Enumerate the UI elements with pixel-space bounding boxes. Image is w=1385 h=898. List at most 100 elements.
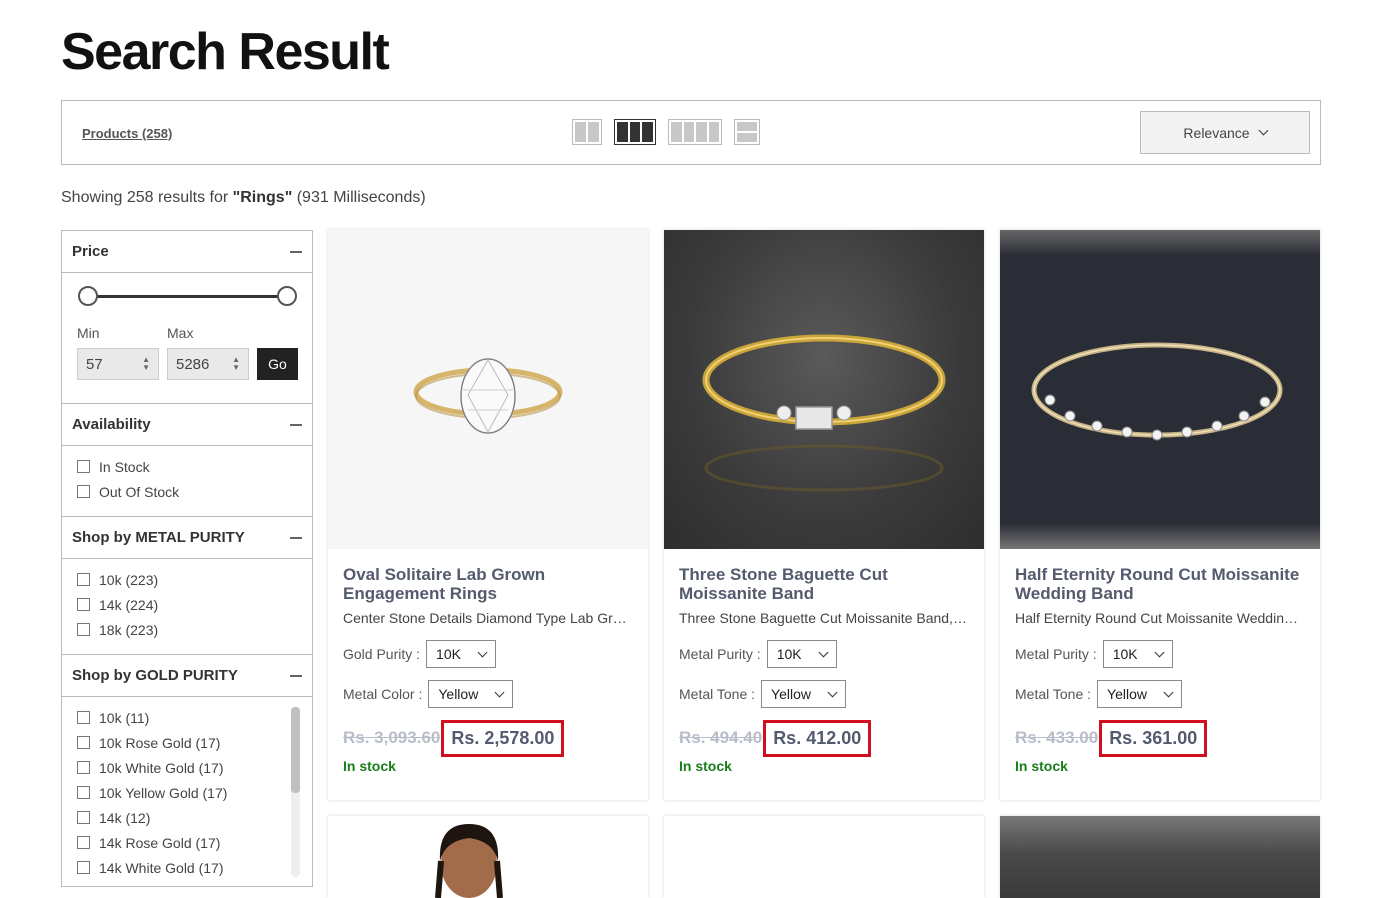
- checkbox[interactable]: [77, 485, 90, 498]
- price-row: Rs. 494.40 Rs. 412.00: [679, 719, 969, 757]
- option-row: Metal Color : Yellow: [343, 680, 633, 708]
- collapse-icon[interactable]: [290, 423, 302, 426]
- select-value: Yellow: [771, 686, 811, 702]
- stepper-icon[interactable]: ▲ ▼: [142, 356, 150, 372]
- product-title[interactable]: Oval Solitaire Lab Grown Engagement Ring…: [343, 565, 633, 603]
- select-value: Yellow: [1107, 686, 1147, 702]
- price-slider-min-handle[interactable]: [78, 286, 98, 306]
- stock-status: In stock: [679, 758, 732, 774]
- metal-purity-select[interactable]: 10K: [766, 640, 837, 668]
- metal-purity-filter: Shop by METAL PURITY 10k (223) 14k (224)…: [61, 516, 313, 654]
- filter-option-label: 14k Rose Gold (17): [99, 834, 221, 851]
- option-row: Metal Tone : Yellow: [679, 680, 969, 708]
- price-filter-title: Price: [72, 243, 109, 260]
- three-column-view-icon[interactable]: [614, 119, 656, 145]
- filter-option[interactable]: 10k (11): [77, 705, 297, 730]
- metal-purity-filter-header[interactable]: Shop by METAL PURITY: [62, 517, 312, 559]
- product-card[interactable]: [664, 816, 984, 898]
- product-card[interactable]: [328, 816, 648, 898]
- product-card[interactable]: Three Stone Baguette Cut Moissanite Band…: [664, 230, 984, 800]
- checkbox[interactable]: [77, 598, 90, 611]
- price-go-button[interactable]: Go: [257, 348, 298, 380]
- product-image[interactable]: [1000, 230, 1320, 549]
- filter-option[interactable]: 10k (223): [77, 567, 297, 592]
- price-slider-track[interactable]: [88, 295, 288, 298]
- chevron-down-icon: [1154, 647, 1165, 657]
- two-column-view-icon[interactable]: [572, 119, 602, 145]
- collapse-icon[interactable]: [290, 674, 302, 677]
- results-timing: (931 Milliseconds): [292, 189, 426, 206]
- filter-option[interactable]: 14k White Gold (17): [77, 855, 297, 880]
- filter-option[interactable]: 14k (12): [77, 805, 297, 830]
- filter-option[interactable]: 10k White Gold (17): [77, 755, 297, 780]
- metal-color-select[interactable]: Yellow: [428, 680, 514, 708]
- option-label: Metal Purity :: [679, 646, 761, 662]
- collapse-icon[interactable]: [290, 250, 302, 253]
- metal-tone-select[interactable]: Yellow: [1097, 680, 1182, 708]
- four-column-view-icon[interactable]: [668, 119, 722, 145]
- filter-option[interactable]: 14k Rose Gold (17): [77, 830, 297, 855]
- scrollbar-thumb[interactable]: [291, 707, 300, 793]
- chevron-down-icon: [477, 647, 488, 657]
- product-description: Three Stone Baguette Cut Moissanite Band…: [679, 610, 969, 626]
- checkbox[interactable]: [77, 786, 90, 799]
- checkbox[interactable]: [77, 761, 90, 774]
- sort-dropdown[interactable]: Relevance: [1140, 111, 1310, 154]
- min-price-value: 57: [86, 355, 103, 373]
- checkbox[interactable]: [77, 861, 90, 874]
- chevron-down-icon: [827, 687, 838, 697]
- checkbox[interactable]: [77, 623, 90, 636]
- stepper-icon[interactable]: ▲ ▼: [232, 356, 240, 372]
- checkbox[interactable]: [77, 736, 90, 749]
- checkbox[interactable]: [77, 836, 90, 849]
- product-card[interactable]: [1000, 816, 1320, 898]
- filter-option-label: 10k (11): [99, 709, 150, 726]
- original-price: Rs. 494.40: [679, 728, 763, 747]
- product-card[interactable]: Oval Solitaire Lab Grown Engagement Ring…: [328, 230, 648, 800]
- filter-option[interactable]: 14k (224): [77, 592, 297, 617]
- metal-tone-select[interactable]: Yellow: [761, 680, 846, 708]
- price-row: Rs. 3,093.60 Rs. 2,578.00: [343, 719, 633, 757]
- max-price-input[interactable]: 5286 ▲ ▼: [167, 348, 249, 380]
- filter-option-label: Out Of Stock: [99, 483, 180, 500]
- results-summary: Showing 258 results for "Rings" (931 Mil…: [61, 189, 426, 207]
- stock-status: In stock: [343, 758, 396, 774]
- price-filter-header[interactable]: Price: [62, 231, 312, 273]
- model-portrait-image: [435, 824, 503, 898]
- product-title[interactable]: Half Eternity Round Cut Moissanite Weddi…: [1015, 565, 1305, 603]
- min-price-input[interactable]: 57 ▲ ▼: [77, 348, 159, 380]
- availability-filter-title: Availability: [72, 416, 151, 433]
- gold-purity-select[interactable]: 10K: [426, 640, 496, 668]
- gold-purity-scrollbar[interactable]: [291, 707, 300, 877]
- filter-option-label: 14k (224): [99, 596, 159, 613]
- select-value: 10K: [1112, 646, 1138, 662]
- option-label: Metal Tone :: [679, 686, 756, 702]
- checkbox[interactable]: [77, 711, 90, 724]
- filter-option[interactable]: Out Of Stock: [77, 479, 297, 504]
- original-price: Rs. 433.00: [1015, 728, 1099, 747]
- product-info: Oval Solitaire Lab Grown Engagement Ring…: [328, 549, 648, 800]
- product-image[interactable]: [328, 230, 648, 549]
- product-card[interactable]: Half Eternity Round Cut Moissanite Weddi…: [1000, 230, 1320, 800]
- availability-filter-header[interactable]: Availability: [62, 404, 312, 446]
- sale-price: Rs. 361.00: [1099, 719, 1208, 757]
- product-image[interactable]: [664, 230, 984, 549]
- filter-option[interactable]: 18k (223): [77, 617, 297, 642]
- checkbox[interactable]: [77, 573, 90, 586]
- metal-purity-select[interactable]: 10K: [1102, 640, 1173, 668]
- price-slider-max-handle[interactable]: [277, 286, 297, 306]
- gold-purity-filter-header[interactable]: Shop by GOLD PURITY: [62, 655, 312, 697]
- chevron-down-icon: [1258, 125, 1269, 136]
- filter-option[interactable]: 10k Rose Gold (17): [77, 730, 297, 755]
- checkbox[interactable]: [77, 811, 90, 824]
- filter-option[interactable]: In Stock: [77, 454, 297, 479]
- checkbox[interactable]: [77, 460, 90, 473]
- product-info: Three Stone Baguette Cut Moissanite Band…: [664, 549, 984, 800]
- product-title[interactable]: Three Stone Baguette Cut Moissanite Band: [679, 565, 969, 603]
- list-view-icon[interactable]: [734, 119, 760, 145]
- max-label: Max: [167, 325, 194, 341]
- collapse-icon[interactable]: [290, 536, 302, 539]
- filter-option[interactable]: 10k Yellow Gold (17): [77, 780, 297, 805]
- products-count-tab[interactable]: Products (258): [82, 126, 172, 141]
- select-value: Yellow: [438, 686, 479, 702]
